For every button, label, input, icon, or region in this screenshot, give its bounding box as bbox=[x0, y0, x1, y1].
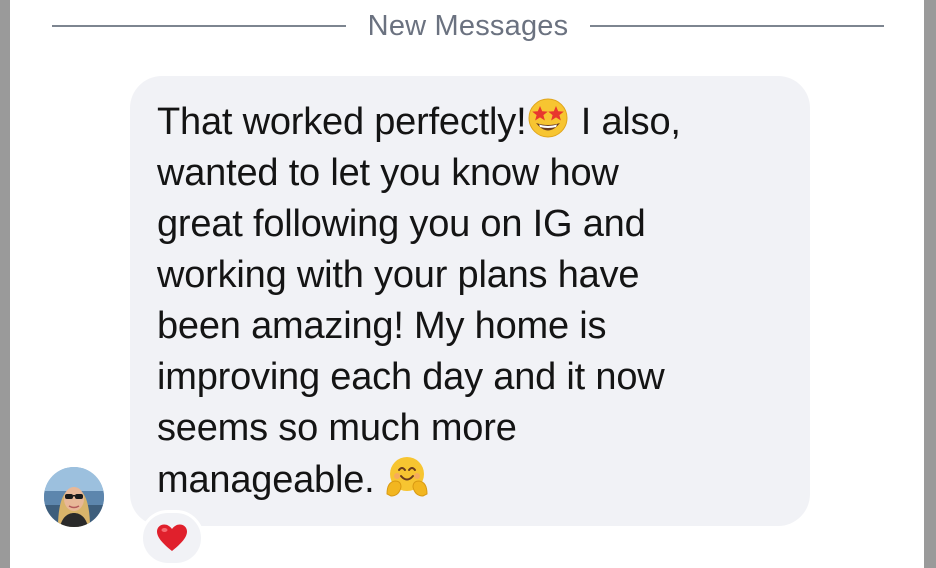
sender-avatar[interactable] bbox=[44, 467, 104, 527]
message-text-part2: I also, wanted to let you know how great… bbox=[157, 101, 681, 501]
divider-line-right bbox=[590, 25, 884, 27]
divider-line-left bbox=[52, 25, 346, 27]
new-messages-divider: New Messages bbox=[52, 0, 884, 52]
heart-icon bbox=[157, 524, 187, 551]
chat-screen: New Messages That worked perfectly! I al… bbox=[10, 0, 924, 568]
message-text: That worked perfectly! I also, wanted to… bbox=[157, 96, 786, 506]
star-struck-emoji-icon bbox=[528, 98, 568, 138]
new-messages-label: New Messages bbox=[367, 9, 569, 42]
reaction-badge[interactable] bbox=[140, 510, 204, 566]
hugging-face-emoji-icon bbox=[386, 457, 428, 497]
message-bubble[interactable]: That worked perfectly! I also, wanted to… bbox=[130, 76, 810, 526]
message-text-part1: That worked perfectly! bbox=[157, 101, 527, 143]
